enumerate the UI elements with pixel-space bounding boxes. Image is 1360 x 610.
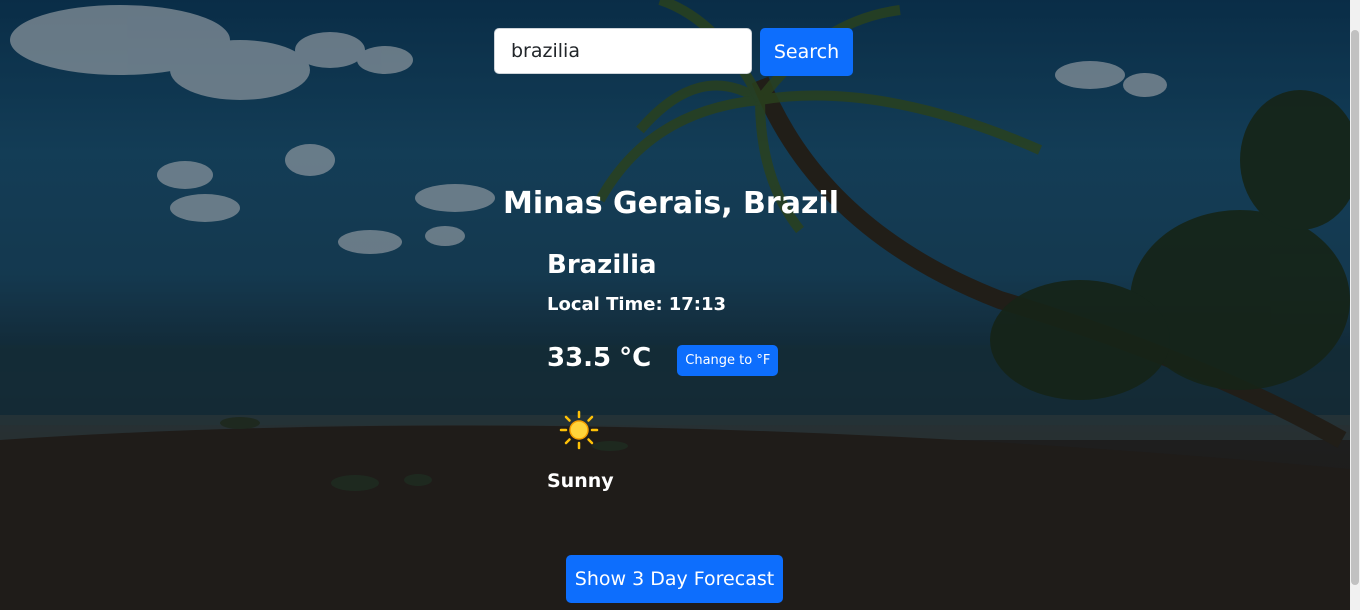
- page-scrollbar[interactable]: [1350, 0, 1360, 610]
- search-button[interactable]: Search: [760, 28, 853, 76]
- local-time: Local Time: 17:13: [547, 294, 778, 315]
- temperature: 33.5 °C: [547, 343, 651, 373]
- region-country-title: Minas Gerais, Brazil: [503, 186, 839, 221]
- search-input[interactable]: [494, 28, 752, 74]
- search-bar: Search: [494, 28, 853, 76]
- scrollbar-thumb[interactable]: [1351, 30, 1359, 585]
- temperature-unit: °C: [619, 342, 652, 373]
- temperature-value: 33.5: [547, 342, 612, 373]
- current-weather-card: Brazilia Local Time: 17:13 33.5 °C Chang…: [547, 250, 779, 492]
- change-unit-button[interactable]: Change to °F: [677, 345, 779, 376]
- sun-icon: [559, 410, 599, 450]
- condition-text: Sunny: [547, 470, 614, 492]
- show-forecast-button[interactable]: Show 3 Day Forecast: [566, 555, 783, 603]
- local-time-label: Local Time:: [547, 294, 663, 315]
- temperature-row: 33.5 °C Change to °F: [547, 339, 779, 376]
- local-time-value: 17:13: [668, 294, 726, 315]
- weather-app-page: Search Minas Gerais, Brazil Brazilia Loc…: [0, 0, 1360, 610]
- city-name: Brazilia: [547, 250, 657, 280]
